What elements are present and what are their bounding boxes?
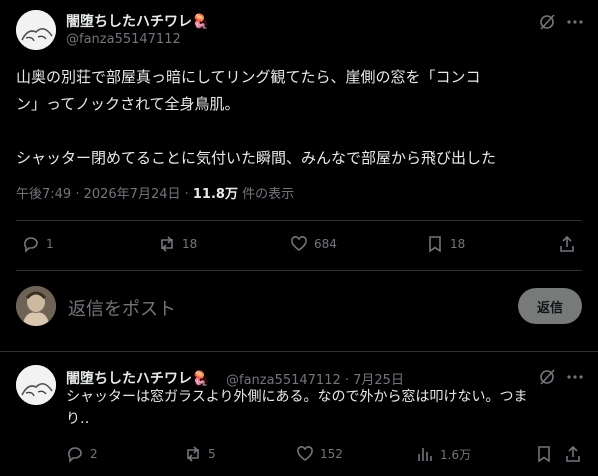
retweet-icon xyxy=(187,446,199,462)
bookmark-count: 18 xyxy=(450,237,466,251)
views-icon xyxy=(418,448,432,461)
reply-views-count: 1.6万 xyxy=(440,447,472,462)
share-icon xyxy=(566,445,580,462)
retweet-icon xyxy=(161,236,173,252)
grok-icon[interactable] xyxy=(538,13,556,35)
reply-retweet-button[interactable]: 5 xyxy=(184,445,216,463)
tweet-text-line: 山奥の別荘で部屋真っ暗にしてリング観てたら、崖側の窓を「コンコ xyxy=(16,68,481,86)
bookmark-button[interactable]: 18 xyxy=(426,235,465,253)
like-icon xyxy=(297,446,313,461)
retweet-button[interactable]: 18 xyxy=(158,235,197,253)
like-count: 684 xyxy=(314,237,337,251)
reply-retweet-count: 5 xyxy=(208,447,216,461)
author-handle[interactable]: @fanza55147112 xyxy=(66,32,181,47)
more-icon[interactable] xyxy=(566,13,584,35)
like-button[interactable]: 684 xyxy=(290,235,337,253)
reply-submit-button[interactable]: 返信 xyxy=(518,288,582,324)
reply-icon xyxy=(24,237,38,253)
share-button[interactable] xyxy=(558,235,576,253)
bookmark-icon xyxy=(538,446,550,463)
share-icon xyxy=(560,235,574,252)
tweet-text-line: シャッター閉めてることに気付いた瞬間、みんなで部屋から飛び出した xyxy=(16,149,497,167)
reply-reply-button[interactable]: 2 xyxy=(66,445,98,463)
like-icon xyxy=(291,236,307,251)
current-user-avatar[interactable] xyxy=(16,286,56,326)
tweet-timestamp[interactable]: 午後7:49 · 2026年7月24日 · xyxy=(16,187,193,202)
reply-text-line: り‥ xyxy=(66,411,90,427)
retweet-count: 18 xyxy=(182,237,198,251)
reply-like-count: 152 xyxy=(320,447,343,461)
author-avatar[interactable] xyxy=(16,10,56,50)
reply-icon xyxy=(68,447,82,463)
reply-text-line: シャッターは窓ガラスより外側にある。なので外から窓は叩けない。つま xyxy=(66,389,528,405)
reply-author-name[interactable]: 闇堕ちしたハチワレ🪼 xyxy=(66,368,209,388)
tweet-meta: 午後7:49 · 2026年7月24日 · 11.8万 件の表示 xyxy=(16,183,294,202)
reply-author-avatar[interactable] xyxy=(16,365,56,405)
reply-reply-count: 2 xyxy=(90,447,98,461)
reply-input[interactable]: 返信をポスト xyxy=(68,295,498,321)
views-count: 11.8万 xyxy=(192,187,238,202)
author-display-name[interactable]: 闇堕ちしたハチワレ🪼 xyxy=(66,11,209,31)
divider xyxy=(16,220,582,221)
reply-like-button[interactable]: 152 xyxy=(296,445,343,463)
reply-bookmark-button[interactable] xyxy=(535,445,553,463)
divider xyxy=(16,270,582,271)
views-label: 件の表示 xyxy=(237,187,295,202)
section-divider xyxy=(0,351,598,352)
bookmark-icon xyxy=(429,236,441,253)
reply-share-button[interactable] xyxy=(564,445,582,463)
tweet-text-line: ン」ってノックされて全身鳥肌。 xyxy=(16,95,240,113)
tweet-text: 山奥の別荘で部屋真っ暗にしてリング観てたら、崖側の窓を「コンコ ン」ってノックさ… xyxy=(16,64,586,172)
reply-count: 1 xyxy=(46,237,54,251)
reply-text: シャッターは窓ガラスより外側にある。なので外から窓は叩けない。つま り‥ xyxy=(66,386,586,430)
reply-button[interactable]: 1 xyxy=(22,235,54,253)
reply-views-button[interactable]: 1.6万 xyxy=(416,445,471,463)
